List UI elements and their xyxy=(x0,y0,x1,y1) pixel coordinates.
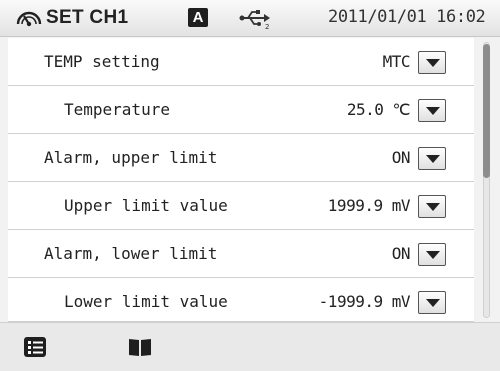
list-menu-icon[interactable] xyxy=(22,335,48,359)
datetime-display: 2011/01/01 16:02 xyxy=(328,7,486,27)
svg-text:2: 2 xyxy=(265,23,269,30)
usb-icon: 2 xyxy=(239,10,270,30)
book-icon[interactable] xyxy=(127,335,153,359)
row-alarm-upper[interactable]: Alarm, upper limit ON xyxy=(8,134,474,182)
dropdown-button[interactable] xyxy=(418,291,446,314)
dropdown-button[interactable] xyxy=(418,147,446,170)
row-alarm-lower[interactable]: Alarm, lower limit ON xyxy=(8,230,474,278)
mode-badge: A xyxy=(188,8,208,27)
settings-list: TEMP setting MTC Temperature 25.0 ℃ Alar… xyxy=(8,38,474,322)
row-temp-setting[interactable]: TEMP setting MTC xyxy=(8,38,474,86)
screen: SET CH1 A 2 2011/01/01 16:02 TEMP settin… xyxy=(0,0,500,371)
row-temperature[interactable]: Temperature 25.0 ℃ xyxy=(8,86,474,134)
row-label: Alarm, lower limit xyxy=(44,244,218,263)
row-value: MTC xyxy=(382,52,411,71)
gauge-icon xyxy=(16,11,42,27)
scrollbar[interactable] xyxy=(480,42,494,318)
row-label: Temperature xyxy=(64,100,170,119)
row-label: TEMP setting xyxy=(44,52,160,71)
row-value: 1999.9 mV xyxy=(327,196,411,215)
row-upper-limit-value[interactable]: Upper limit value 1999.9 mV xyxy=(8,182,474,230)
status-header: SET CH1 A 2 2011/01/01 16:02 xyxy=(0,0,500,37)
dropdown-button[interactable] xyxy=(418,195,446,218)
scrollbar-thumb[interactable] xyxy=(483,44,490,178)
row-label: Upper limit value xyxy=(64,196,228,215)
row-lower-limit-value[interactable]: Lower limit value -1999.9 mV xyxy=(8,278,474,322)
screen-title: SET CH1 xyxy=(46,7,129,28)
dropdown-button[interactable] xyxy=(418,99,446,122)
row-label: Alarm, upper limit xyxy=(44,148,218,167)
bottom-toolbar xyxy=(0,322,500,371)
dropdown-button[interactable] xyxy=(418,243,446,266)
row-value: ON xyxy=(391,244,411,263)
row-value: ON xyxy=(391,148,411,167)
row-value: 25.0 ℃ xyxy=(346,100,411,119)
dropdown-button[interactable] xyxy=(418,51,446,74)
row-value: -1999.9 mV xyxy=(318,292,411,311)
row-label: Lower limit value xyxy=(64,292,228,311)
